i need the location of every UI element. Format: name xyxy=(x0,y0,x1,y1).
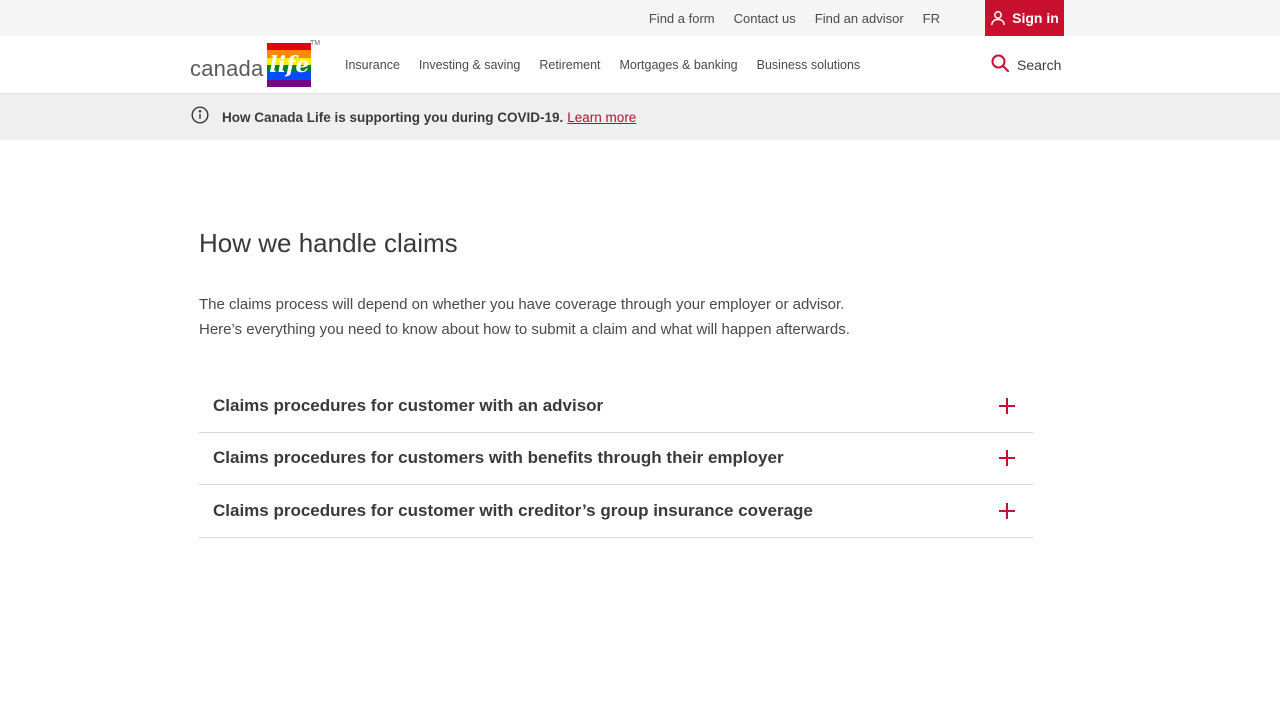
nav-retirement[interactable]: Retirement xyxy=(539,58,600,72)
learn-more-link[interactable]: Learn more xyxy=(567,110,636,125)
covid-alert-bar: How Canada Life is supporting you during… xyxy=(0,94,1280,140)
logo-life-text: life xyxy=(269,52,310,78)
accordion-label: Claims procedures for customers with ben… xyxy=(213,448,784,468)
contact-us-link[interactable]: Contact us xyxy=(734,11,796,26)
find-an-advisor-link[interactable]: Find an advisor xyxy=(815,11,904,26)
sign-in-button[interactable]: Sign in xyxy=(985,0,1064,36)
info-icon xyxy=(191,105,209,129)
trademark-symbol: TM xyxy=(310,40,321,47)
alert-content: How Canada Life is supporting you during… xyxy=(191,94,636,140)
plus-icon xyxy=(999,450,1015,467)
intro-paragraph: The claims process will depend on whethe… xyxy=(199,296,850,338)
search-button[interactable]: Search xyxy=(991,36,1061,94)
alert-message-text: How Canada Life is supporting you during… xyxy=(222,109,564,125)
nav-business-solutions[interactable]: Business solutions xyxy=(757,58,861,72)
find-a-form-link[interactable]: Find a form xyxy=(649,11,715,26)
accordion-label: Claims procedures for customer with an a… xyxy=(213,395,604,415)
nav-insurance[interactable]: Insurance xyxy=(345,58,400,72)
page-title: How we handle claims xyxy=(199,228,458,258)
accordion-label: Claims procedures for customer with cred… xyxy=(213,500,813,520)
claims-accordion: Claims procedures for customer with an a… xyxy=(199,380,1033,538)
main-header: canada life TM Insurance Investing & sav… xyxy=(0,36,1280,94)
accordion-item-creditor[interactable]: Claims procedures for customer with cred… xyxy=(199,485,1033,538)
accordion-item-employer[interactable]: Claims procedures for customers with ben… xyxy=(199,433,1033,485)
accordion-item-advisor[interactable]: Claims procedures for customer with an a… xyxy=(199,380,1033,433)
nav-investing-saving[interactable]: Investing & saving xyxy=(419,58,520,72)
plus-icon xyxy=(999,397,1015,414)
canada-life-logo[interactable]: canada life xyxy=(190,42,312,88)
user-icon xyxy=(990,10,1006,26)
alert-message: How Canada Life is supporting you during… xyxy=(222,110,636,125)
logo-wordmark: canada xyxy=(190,56,264,81)
logo-rainbow-mark: life xyxy=(267,43,312,87)
utility-bar: Find a form Contact us Find an advisor F… xyxy=(0,0,1280,36)
sign-in-label: Sign in xyxy=(1012,10,1059,26)
nav-mortgages-banking[interactable]: Mortgages & banking xyxy=(620,58,738,72)
language-fr-link[interactable]: FR xyxy=(923,11,940,26)
primary-nav: Insurance Investing & saving Retirement … xyxy=(345,36,879,94)
search-label: Search xyxy=(1017,57,1062,73)
search-icon xyxy=(991,54,1009,77)
utility-links: Find a form Contact us Find an advisor F… xyxy=(630,0,940,36)
plus-icon xyxy=(999,502,1015,519)
